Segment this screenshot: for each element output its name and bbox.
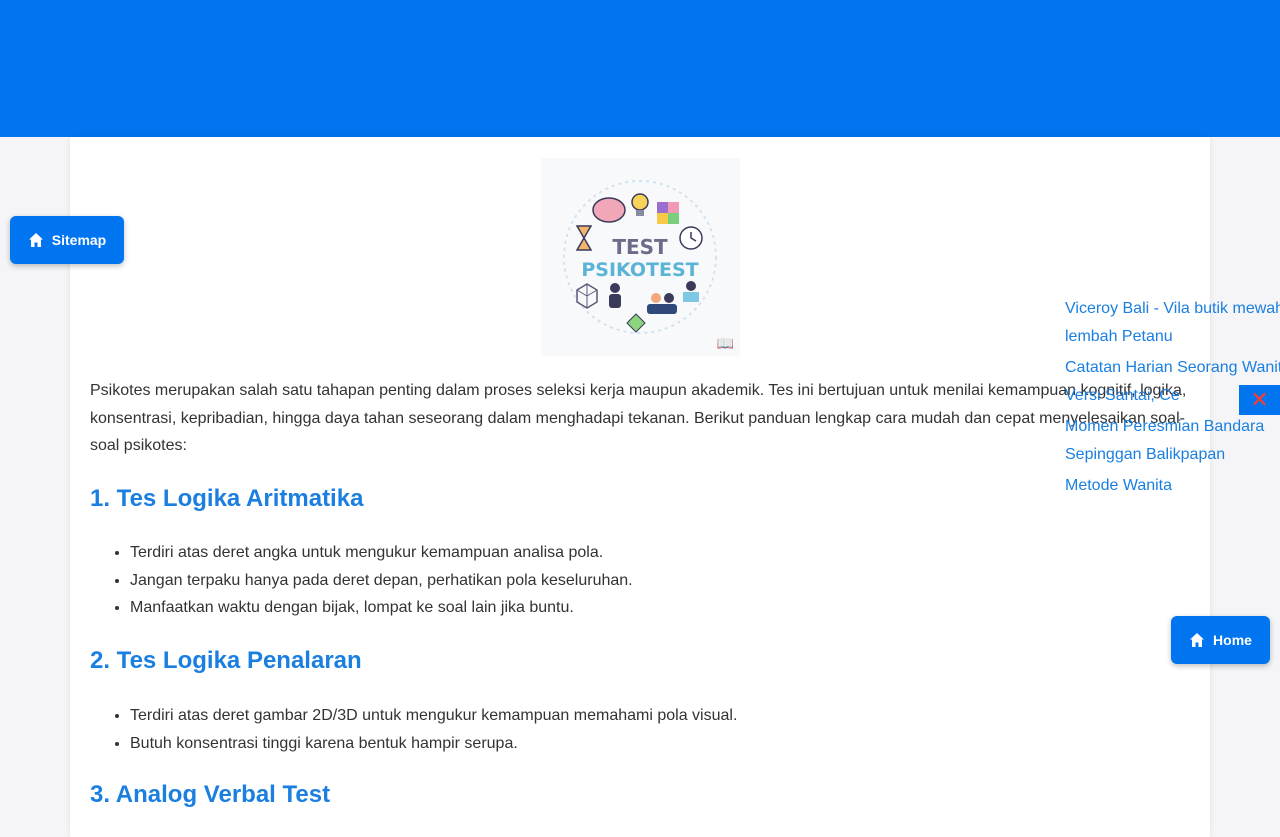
open-book-icon[interactable]: 📖: [717, 336, 734, 352]
sitemap-button[interactable]: Sitemap: [10, 216, 124, 264]
psikotest-illustration: TEST PSIKOTEST 📖: [541, 158, 740, 356]
hero-text-psikotest: PSIKOTEST: [581, 259, 698, 281]
close-icon: ✕: [1250, 387, 1269, 413]
related-link[interactable]: Metode Wanita: [1065, 472, 1280, 500]
home-button-label: Home: [1213, 632, 1252, 648]
psikotest-illustration-art: TEST PSIKOTEST: [563, 180, 717, 334]
related-link[interactable]: Momen Peresmian Bandara Sepinggan Balikp…: [1065, 413, 1280, 468]
home-icon: [1190, 633, 1205, 647]
section-heading-1: 1. Tes Logika Aritmatika: [90, 485, 364, 512]
section-2-list: Terdiri atas deret gambar 2D/3D untuk me…: [90, 702, 737, 757]
list-item: Manfaatkan waktu dengan bijak, lompat ke…: [130, 594, 633, 622]
hero-text-test: TEST: [612, 235, 668, 259]
list-item: Butuh konsentrasi tinggi karena bentuk h…: [130, 730, 737, 758]
home-icon: [28, 233, 43, 247]
sitemap-button-label: Sitemap: [51, 232, 107, 248]
section-heading-2: 2. Tes Logika Penalaran: [90, 647, 362, 674]
close-panel-button[interactable]: ✕: [1239, 385, 1280, 415]
list-item: Terdiri atas deret gambar 2D/3D untuk me…: [130, 702, 737, 730]
list-item: Jangan terpaku hanya pada deret depan, p…: [130, 567, 633, 595]
intro-paragraph: Psikotes merupakan salah satu tahapan pe…: [90, 382, 1187, 454]
home-button[interactable]: Home: [1171, 616, 1270, 664]
header-bar: [0, 0, 1280, 137]
related-link[interactable]: Viceroy Bali - Vila butik mewah di lemba…: [1065, 295, 1280, 350]
list-item: Terdiri atas deret angka untuk mengukur …: [130, 539, 633, 567]
section-heading-3: 3. Analog Verbal Test: [90, 781, 331, 808]
section-1-list: Terdiri atas deret angka untuk mengukur …: [90, 539, 633, 622]
